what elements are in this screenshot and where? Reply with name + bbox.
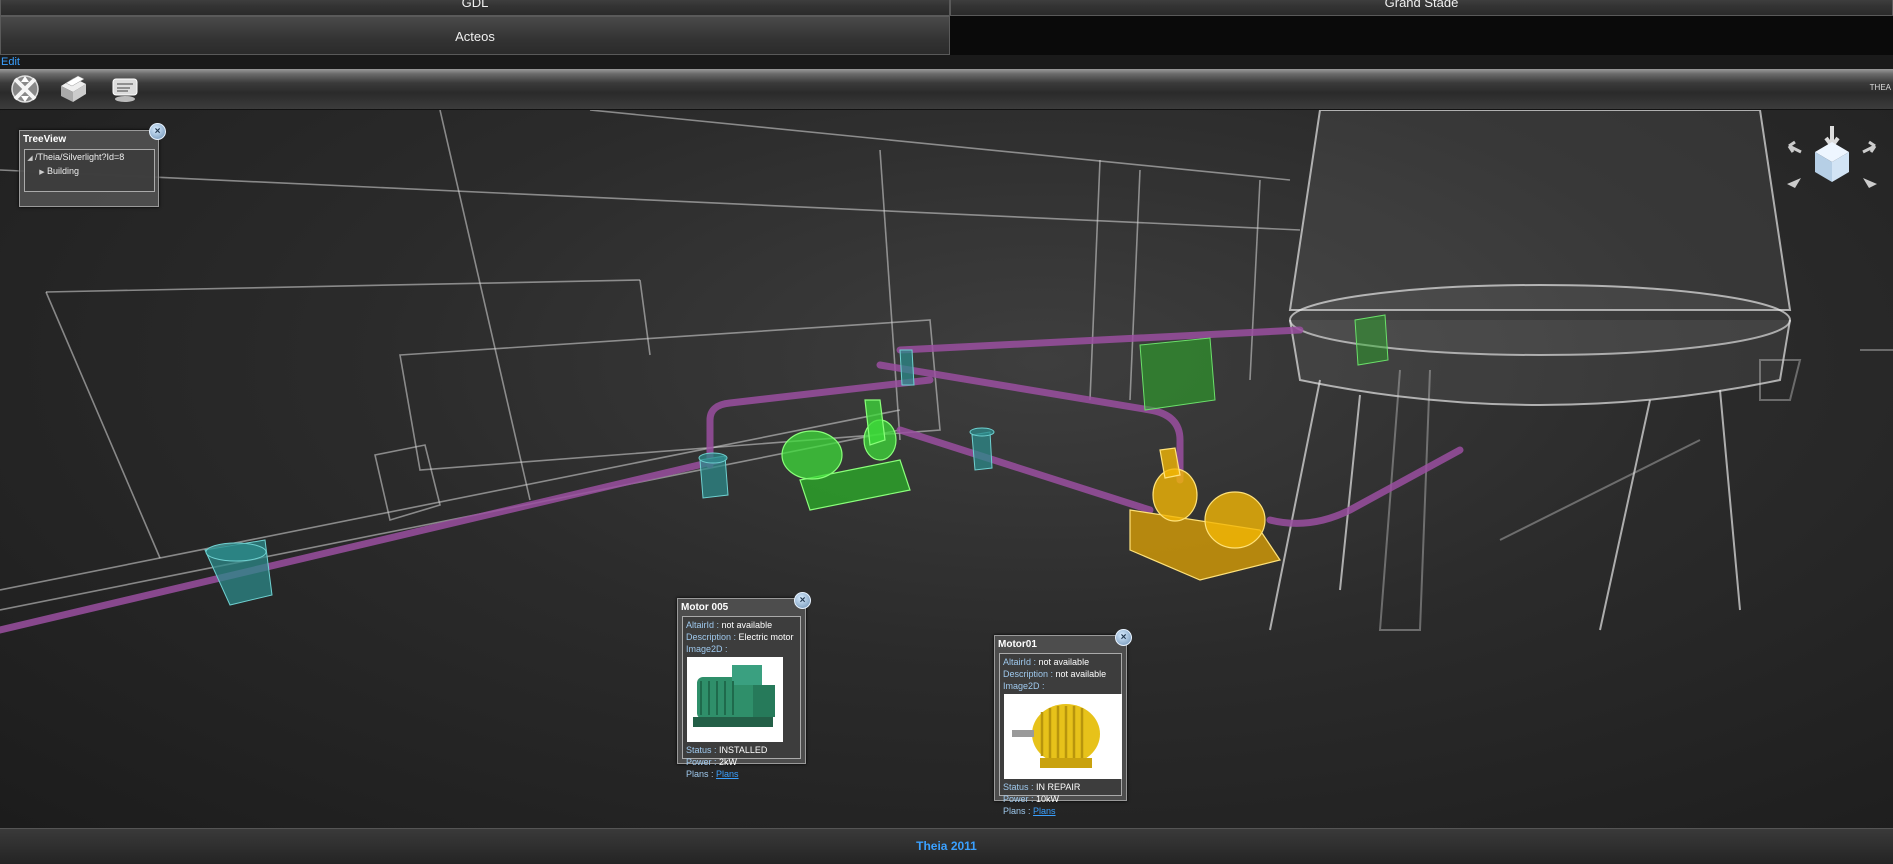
- description-label: Description: [686, 632, 732, 642]
- toolbar-label: THEA: [1869, 83, 1891, 92]
- object-icon[interactable]: [56, 72, 90, 106]
- close-icon[interactable]: ×: [149, 123, 166, 140]
- close-icon[interactable]: ×: [1115, 629, 1132, 646]
- tree-node-label: /Theia/Silverlight?Id=8: [35, 152, 125, 162]
- info-icon[interactable]: [108, 72, 142, 106]
- altairid-label: AltairId: [686, 620, 715, 630]
- power-label: Power: [1003, 794, 1029, 804]
- plans-label: Plans: [1003, 806, 1026, 816]
- close-icon[interactable]: ×: [794, 592, 811, 609]
- tree-node-root[interactable]: ◢/Theia/Silverlight?Id=8: [25, 150, 154, 164]
- status-label: Status: [1003, 782, 1029, 792]
- collapse-arrow-icon[interactable]: ▶: [37, 166, 47, 180]
- treeview-panel: TreeView × ◢/Theia/Silverlight?Id=8 ▶ Bui…: [19, 123, 166, 207]
- footer-text: Theia 2011: [916, 839, 977, 853]
- tree-node-building[interactable]: ▶ Building: [25, 164, 154, 178]
- description-label: Description: [1003, 669, 1049, 679]
- power-label: Power: [686, 757, 712, 767]
- tree-list: ◢/Theia/Silverlight?Id=8 ▶ Building: [24, 149, 155, 192]
- toolbar: THEA: [0, 69, 1893, 110]
- tab-acteos[interactable]: Acteos: [0, 16, 950, 55]
- edit-link[interactable]: Edit: [1, 55, 20, 69]
- power-value: 10kW: [1036, 794, 1060, 804]
- navigation-cube-icon[interactable]: [1781, 122, 1883, 208]
- motor-photo: [1004, 694, 1122, 779]
- tree-node-label: Building: [47, 166, 80, 176]
- 3d-scene: [0, 110, 1893, 634]
- status-bar: Theia 2011: [0, 828, 1893, 864]
- status-value: INSTALLED: [719, 745, 768, 755]
- altairid-value: not available: [721, 620, 773, 630]
- image2d-label: Image2D: [1003, 681, 1040, 691]
- 3d-viewport[interactable]: TreeView × ◢/Theia/Silverlight?Id=8 ▶ Bui…: [0, 110, 1893, 828]
- motor-01-popup: Motor01 × AltairId : not available Descr…: [994, 629, 1132, 816]
- altairid-value: not available: [1038, 657, 1090, 667]
- tab-strip-empty: [950, 16, 1893, 55]
- description-value: not available: [1055, 669, 1107, 679]
- navigate-icon[interactable]: [8, 72, 42, 106]
- popup-title: Motor01: [998, 639, 1037, 650]
- expand-arrow-icon[interactable]: ◢: [25, 152, 35, 166]
- motor-photo: [687, 657, 783, 742]
- tab-gdl[interactable]: GDL: [0, 0, 950, 16]
- status-value: IN REPAIR: [1036, 782, 1081, 792]
- power-value: 2kW: [719, 757, 738, 767]
- edit-strip: [0, 55, 1893, 69]
- tab-grand-stade[interactable]: Grand Stade: [950, 0, 1893, 16]
- popup-title: Motor 005: [681, 602, 729, 613]
- altairid-label: AltairId: [1003, 657, 1032, 667]
- plans-link[interactable]: Plans: [1033, 806, 1056, 816]
- treeview-title: TreeView: [23, 134, 67, 145]
- plans-label: Plans: [686, 769, 709, 779]
- description-value: Electric motor: [738, 632, 794, 642]
- plans-link[interactable]: Plans: [716, 769, 739, 779]
- image2d-label: Image2D: [686, 644, 723, 654]
- motor-005-popup: Motor 005 × AltairId : not available Des…: [677, 592, 811, 779]
- status-label: Status: [686, 745, 712, 755]
